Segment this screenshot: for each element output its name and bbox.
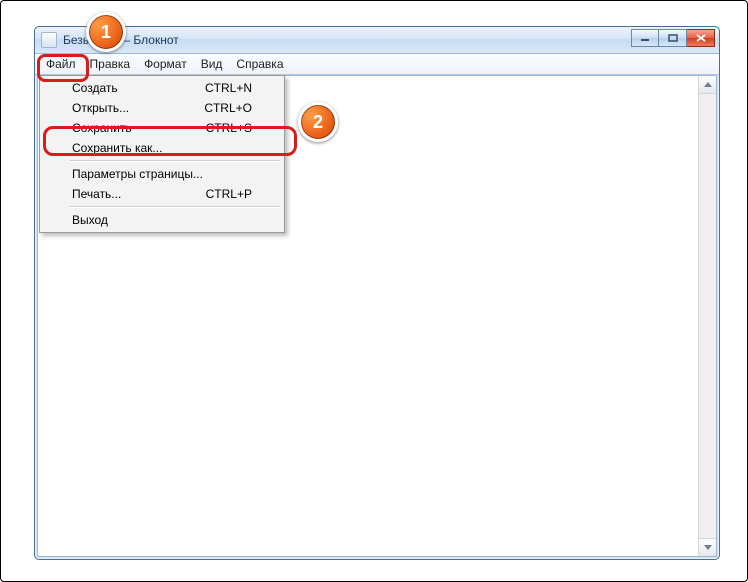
menu-item-shortcut: CTRL+S [206,121,252,135]
titlebar[interactable]: Безы — Блокнот [35,27,719,54]
title-suffix: — Блокнот [118,33,179,47]
menu-item-save[interactable]: Сохранить CTRL+S [42,118,282,138]
menu-item-label: Создать [72,81,118,95]
menu-item-open[interactable]: Открыть... CTRL+O [42,98,282,118]
callout-1: 1 [86,12,126,52]
menu-item-label: Печать... [72,187,121,201]
menu-item-new[interactable]: Создать CTRL+N [42,78,282,98]
menu-item-label: Сохранить [72,121,132,135]
chevron-down-icon [704,545,712,550]
menu-item-shortcut: CTRL+N [205,81,252,95]
notepad-icon [41,32,57,48]
menu-item-exit[interactable]: Выход [42,210,282,230]
menu-view[interactable]: Вид [194,54,230,74]
menu-separator [70,160,280,162]
menu-item-save-as[interactable]: Сохранить как... [42,138,282,158]
menu-item-print[interactable]: Печать... CTRL+P [42,184,282,204]
menu-item-label: Открыть... [72,101,129,115]
menu-item-shortcut: CTRL+O [204,101,252,115]
scroll-up-button[interactable] [699,76,716,94]
minimize-button[interactable] [631,29,659,47]
callout-2: 2 [298,102,338,142]
maximize-button[interactable] [659,29,687,47]
menu-item-page-setup[interactable]: Параметры страницы... [42,164,282,184]
menu-help[interactable]: Справка [229,54,290,74]
chevron-up-icon [704,82,712,87]
scroll-down-button[interactable] [699,538,716,556]
menu-separator [70,206,280,208]
menu-item-label: Сохранить как... [72,141,162,155]
close-button[interactable] [687,29,715,47]
menu-item-label: Параметры страницы... [72,167,203,181]
menu-edit[interactable]: Правка [83,54,138,74]
menubar: Файл Правка Формат Вид Справка [35,54,719,75]
menu-item-label: Выход [72,213,108,227]
file-menu-dropdown: Создать CTRL+N Открыть... CTRL+O Сохрани… [39,75,285,233]
app-window: Безы — Блокнот Файл Правка Формат Вид Сп… [34,26,720,560]
menu-item-shortcut: CTRL+P [206,187,252,201]
menu-format[interactable]: Формат [137,54,194,74]
vertical-scrollbar[interactable] [698,76,716,556]
menu-file[interactable]: Файл [39,54,83,74]
